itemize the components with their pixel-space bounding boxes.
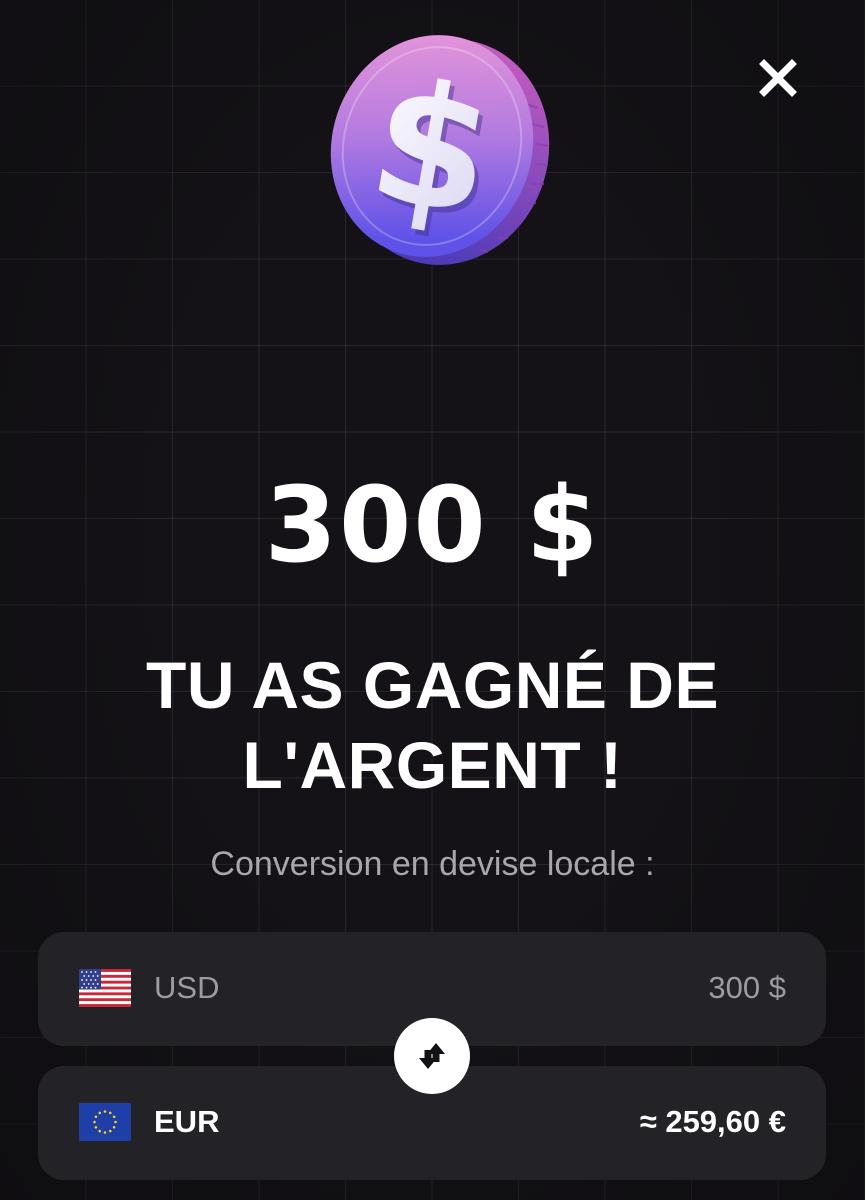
- prize-amount: 300 $: [264, 464, 601, 586]
- swap-arrows-icon: [419, 1043, 445, 1069]
- currency-value-usd: 300 $: [708, 970, 786, 1005]
- currency-code-usd: USD: [154, 970, 220, 1005]
- close-icon: [759, 59, 797, 97]
- win-headline-line2: L'ARGENT !: [242, 728, 623, 802]
- win-headline-line1: TU AS GAGNÉ DE: [146, 648, 719, 722]
- conversion-subtitle: Conversion en devise locale :: [210, 845, 655, 883]
- win-headline: TU AS GAGNÉ DE L'ARGENT !: [80, 645, 785, 805]
- currency-code-eur: EUR: [154, 1104, 220, 1139]
- close-button[interactable]: [756, 56, 800, 100]
- dollar-coin-icon: $ $: [312, 24, 560, 272]
- us-flag-icon: [79, 969, 131, 1007]
- swap-currency-button[interactable]: [394, 1018, 470, 1094]
- currency-value-eur: ≈ 259,60 €: [639, 1104, 786, 1139]
- eu-flag-icon: [79, 1103, 131, 1141]
